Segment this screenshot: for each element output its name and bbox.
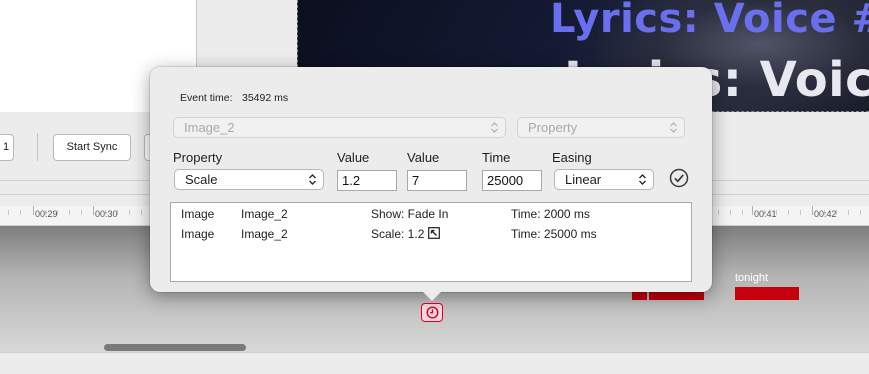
ruler-tick <box>81 210 82 215</box>
event-name: Image_2 <box>241 207 288 221</box>
lyric-line-1: Lyrics: Voice # <box>550 0 869 42</box>
property-filter-placeholder: Property <box>528 120 578 135</box>
event-list[interactable]: Image Image_2 Show: Fade In Time: 2000 m… <box>170 202 692 282</box>
event-time-value: 35492 ms <box>242 92 289 104</box>
event-row[interactable]: Image Image_2 Scale: 1.2 Time: 25000 ms <box>171 224 691 244</box>
chevron-updown-icon <box>491 122 498 133</box>
event-action: Scale: 1.2 <box>371 227 441 241</box>
popover-arrow <box>422 291 442 301</box>
toolbar-partial-button[interactable]: 1 <box>0 134 14 161</box>
event-type: Image <box>181 227 215 241</box>
ruler-label: 00:29 <box>35 209 58 219</box>
property-column-label: Property <box>173 150 223 165</box>
target-select[interactable]: Image_2 <box>173 117 506 138</box>
confirm-checkmark-icon[interactable] <box>669 168 689 188</box>
event-time-label: Event time: <box>180 92 233 104</box>
ruler-tick <box>752 206 753 215</box>
ruler-tick <box>33 206 34 215</box>
event-time: Time: 2000 ms <box>511 207 590 221</box>
event-marker[interactable] <box>421 303 443 322</box>
start-sync-button[interactable]: Start Sync <box>53 134 131 161</box>
event-row[interactable]: Image Image_2 Show: Fade In Time: 2000 m… <box>171 204 691 224</box>
ruler-tick <box>93 206 94 215</box>
start-value-column-label: Value <box>337 150 370 165</box>
toolbar-divider <box>37 133 38 161</box>
easing-select-value: Linear <box>565 172 602 187</box>
time-column-label: Time <box>482 150 511 165</box>
ruler-tick <box>69 210 70 215</box>
end-value-field[interactable]: 7 <box>407 170 467 191</box>
event-type: Image <box>181 207 215 221</box>
chevron-updown-icon <box>639 174 646 185</box>
chevron-updown-icon <box>670 122 677 133</box>
event-popover: Event time: 35492 ms Image_2 Property Pr… <box>150 67 712 292</box>
chevron-updown-icon <box>309 174 316 185</box>
time-field[interactable]: 25000 <box>482 170 542 191</box>
target-select-value: Image_2 <box>184 120 235 135</box>
ruler-tick <box>788 210 789 215</box>
property-filter-select[interactable]: Property <box>517 117 685 138</box>
end-value-column-label: Value <box>407 150 440 165</box>
ruler-tick <box>860 210 861 215</box>
event-name: Image_2 <box>241 227 288 241</box>
ruler-tick <box>8 210 9 215</box>
clock-icon <box>426 306 439 319</box>
ruler-label: 00:42 <box>814 209 837 219</box>
property-select[interactable]: Scale <box>174 169 324 190</box>
ruler-tick <box>20 210 21 215</box>
start-value-field[interactable]: 1.2 <box>337 170 397 191</box>
horizontal-scrollbar[interactable] <box>104 344 246 351</box>
easing-column-label: Easing <box>552 150 592 165</box>
bottom-ruler <box>0 352 869 374</box>
property-select-value: Scale <box>185 172 218 187</box>
timeline-clip-tonight[interactable] <box>735 287 799 300</box>
ruler-tick <box>129 210 130 215</box>
event-action: Show: Fade In <box>371 207 449 221</box>
ruler-tick <box>812 206 813 215</box>
easing-select[interactable]: Linear <box>554 169 654 190</box>
ruler-label: 00:41 <box>754 209 777 219</box>
ruler-tick <box>730 210 731 215</box>
event-action-text: Scale: 1.2 <box>371 227 425 241</box>
ruler-tick <box>718 210 719 215</box>
clip-label: tonight <box>735 272 769 284</box>
ruler-tick <box>848 210 849 215</box>
event-time: Time: 25000 ms <box>511 227 597 241</box>
resize-arrow-icon <box>428 227 441 239</box>
ruler-tick <box>742 210 743 215</box>
ruler-tick <box>800 210 801 215</box>
ruler-label: 00:30 <box>95 209 118 219</box>
ruler-tick <box>141 210 142 215</box>
